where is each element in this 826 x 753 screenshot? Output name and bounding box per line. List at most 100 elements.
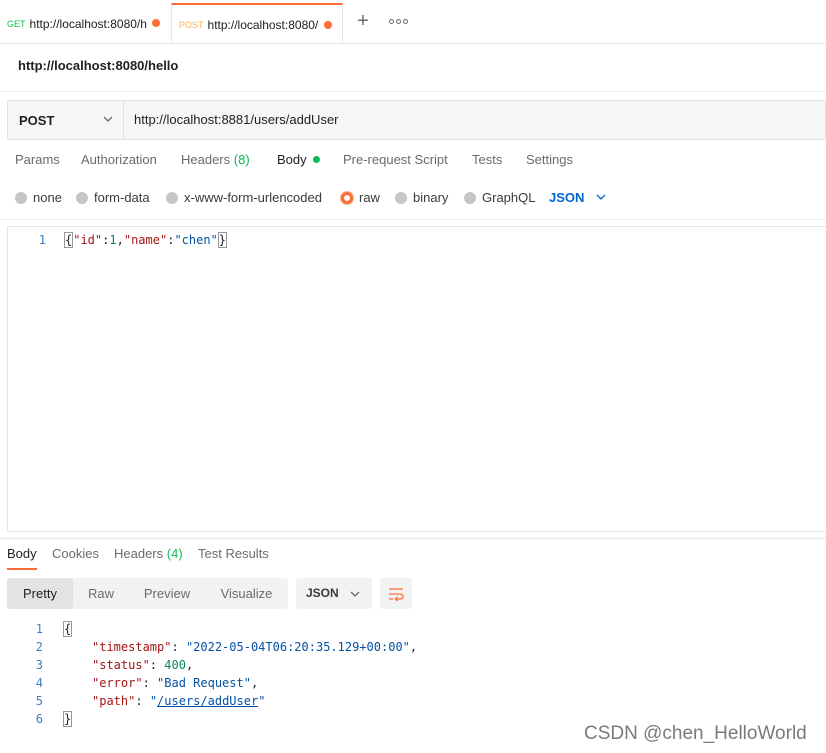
radio-none[interactable]: none [15, 190, 62, 205]
tab-body[interactable]: Body [277, 152, 320, 167]
code-line: } [63, 711, 73, 727]
tab-method-get: GET [7, 18, 26, 29]
line-number: 4 [35, 676, 43, 690]
response-format-select[interactable]: JSON [296, 578, 372, 609]
line-number: 6 [35, 712, 43, 726]
divider [0, 219, 826, 220]
wrap-lines-icon [389, 587, 404, 601]
divider [0, 91, 826, 92]
radio-circle-icon [464, 191, 476, 204]
json-string: " [258, 694, 266, 708]
request-name[interactable]: http://localhost:8080/hello [18, 58, 178, 73]
radio-circle-icon [166, 191, 178, 204]
tab-url: http://localhost:8080/h [29, 16, 147, 31]
body-format-select[interactable]: JSON [549, 190, 606, 205]
json-brace: { [63, 621, 73, 637]
unsaved-dot-icon [324, 21, 332, 29]
tab-get-request[interactable]: GET http://localhost:8080/h [0, 3, 170, 44]
line-number: 5 [35, 694, 43, 708]
radio-graphql[interactable]: GraphQL [464, 190, 535, 205]
json-string: "Bad Request" [157, 676, 251, 690]
headers-count: (4) [166, 546, 183, 561]
response-tab-headers-label: Headers [114, 546, 164, 561]
view-raw-button[interactable]: Raw [73, 578, 129, 609]
response-tab-body[interactable]: Body [7, 546, 37, 570]
radio-circle-icon [395, 191, 407, 204]
code-line: "path": "/users/addUser" [92, 694, 266, 708]
active-dot-icon [312, 156, 320, 163]
radio-label: x-www-form-urlencoded [184, 190, 322, 205]
new-tab-plus-icon[interactable]: + [353, 11, 373, 31]
json-key: "error" [92, 676, 143, 690]
url-bar: POST http://localhost:8881/users/addUser [7, 100, 826, 140]
response-view-toggle: Pretty Raw Preview Visualize [7, 578, 288, 609]
divider [0, 537, 826, 540]
json-number: 1 [109, 233, 117, 247]
code-line: { [63, 621, 73, 637]
view-preview-button[interactable]: Preview [129, 578, 205, 609]
radio-raw[interactable]: raw [341, 190, 380, 205]
body-format-value: JSON [549, 190, 585, 205]
radio-label: GraphQL [482, 190, 536, 205]
view-pretty-button[interactable]: Pretty [7, 578, 73, 609]
code-line: "error": "Bad Request", [92, 676, 259, 690]
json-key: "path" [92, 694, 136, 708]
response-format-value: JSON [306, 586, 339, 600]
wrap-lines-button[interactable] [380, 578, 412, 609]
tab-authorization[interactable]: Authorization [81, 152, 157, 167]
radio-binary[interactable]: binary [395, 190, 448, 205]
tab-post-request[interactable]: POST http://localhost:8080/ [171, 3, 343, 44]
tab-headers[interactable]: Headers (8) [181, 152, 250, 167]
code-line: "timestamp": "2022-05-04T06:20:35.129+00… [92, 640, 418, 654]
tab-headers-label: Headers [181, 152, 231, 167]
json-string: "chen" [174, 233, 218, 247]
json-string: "2022-05-04T06:20:35.129+00:00" [185, 640, 410, 654]
radio-label: raw [359, 190, 380, 205]
chevron-down-icon [596, 194, 606, 200]
line-number: 3 [35, 658, 43, 672]
json-number: 400 [164, 658, 186, 672]
json-string: " [149, 694, 158, 708]
response-tab-test-results[interactable]: Test Results [198, 546, 269, 561]
json-punct: , [116, 233, 124, 247]
tab-body-label: Body [277, 152, 307, 167]
json-brace: { [64, 232, 74, 248]
request-body-editor[interactable]: 1 {"id":1,"name":"chen"} [7, 226, 826, 532]
line-number: 1 [38, 233, 46, 247]
method-select-value: POST [19, 112, 55, 128]
radio-circle-icon [76, 191, 88, 204]
radio-urlencoded[interactable]: x-www-form-urlencoded [166, 190, 322, 205]
radio-label: binary [413, 190, 449, 205]
code-line: "status": 400, [92, 658, 194, 672]
json-key: "timestamp" [92, 640, 172, 654]
method-select[interactable]: POST [8, 101, 124, 139]
tab-method-post: POST [179, 19, 204, 30]
tab-settings[interactable]: Settings [526, 152, 573, 167]
radio-label: form-data [94, 190, 150, 205]
json-brace: } [217, 232, 228, 248]
view-visualize-button[interactable]: Visualize [205, 578, 288, 609]
response-tab-headers[interactable]: Headers (4) [114, 546, 183, 561]
tab-prerequest-script[interactable]: Pre-request Script [343, 152, 448, 167]
chevron-down-icon [103, 116, 113, 122]
tab-url: http://localhost:8080/ [207, 17, 319, 32]
headers-count: (8) [233, 152, 250, 167]
tab-params[interactable]: Params [15, 152, 60, 167]
json-brace: } [63, 711, 73, 727]
radio-label: none [33, 190, 62, 205]
radio-circle-icon [15, 191, 27, 204]
line-number: 1 [35, 622, 43, 636]
radio-form-data[interactable]: form-data [76, 190, 150, 205]
json-key: "name" [123, 233, 168, 247]
more-options-icon[interactable] [389, 14, 409, 28]
json-path-link[interactable]: /users/addUser [157, 694, 258, 708]
watermark: CSDN @chen_HelloWorld [584, 723, 807, 744]
url-input[interactable]: http://localhost:8881/users/addUser [134, 112, 339, 127]
tab-tests[interactable]: Tests [472, 152, 502, 167]
tab-bar: GET http://localhost:8080/h POST http://… [0, 0, 826, 44]
unsaved-dot-icon [152, 19, 160, 27]
response-tab-cookies[interactable]: Cookies [52, 546, 99, 561]
json-key: "status" [92, 658, 150, 672]
code-line: {"id":1,"name":"chen"} [64, 232, 228, 248]
radio-selected-icon [341, 191, 353, 204]
